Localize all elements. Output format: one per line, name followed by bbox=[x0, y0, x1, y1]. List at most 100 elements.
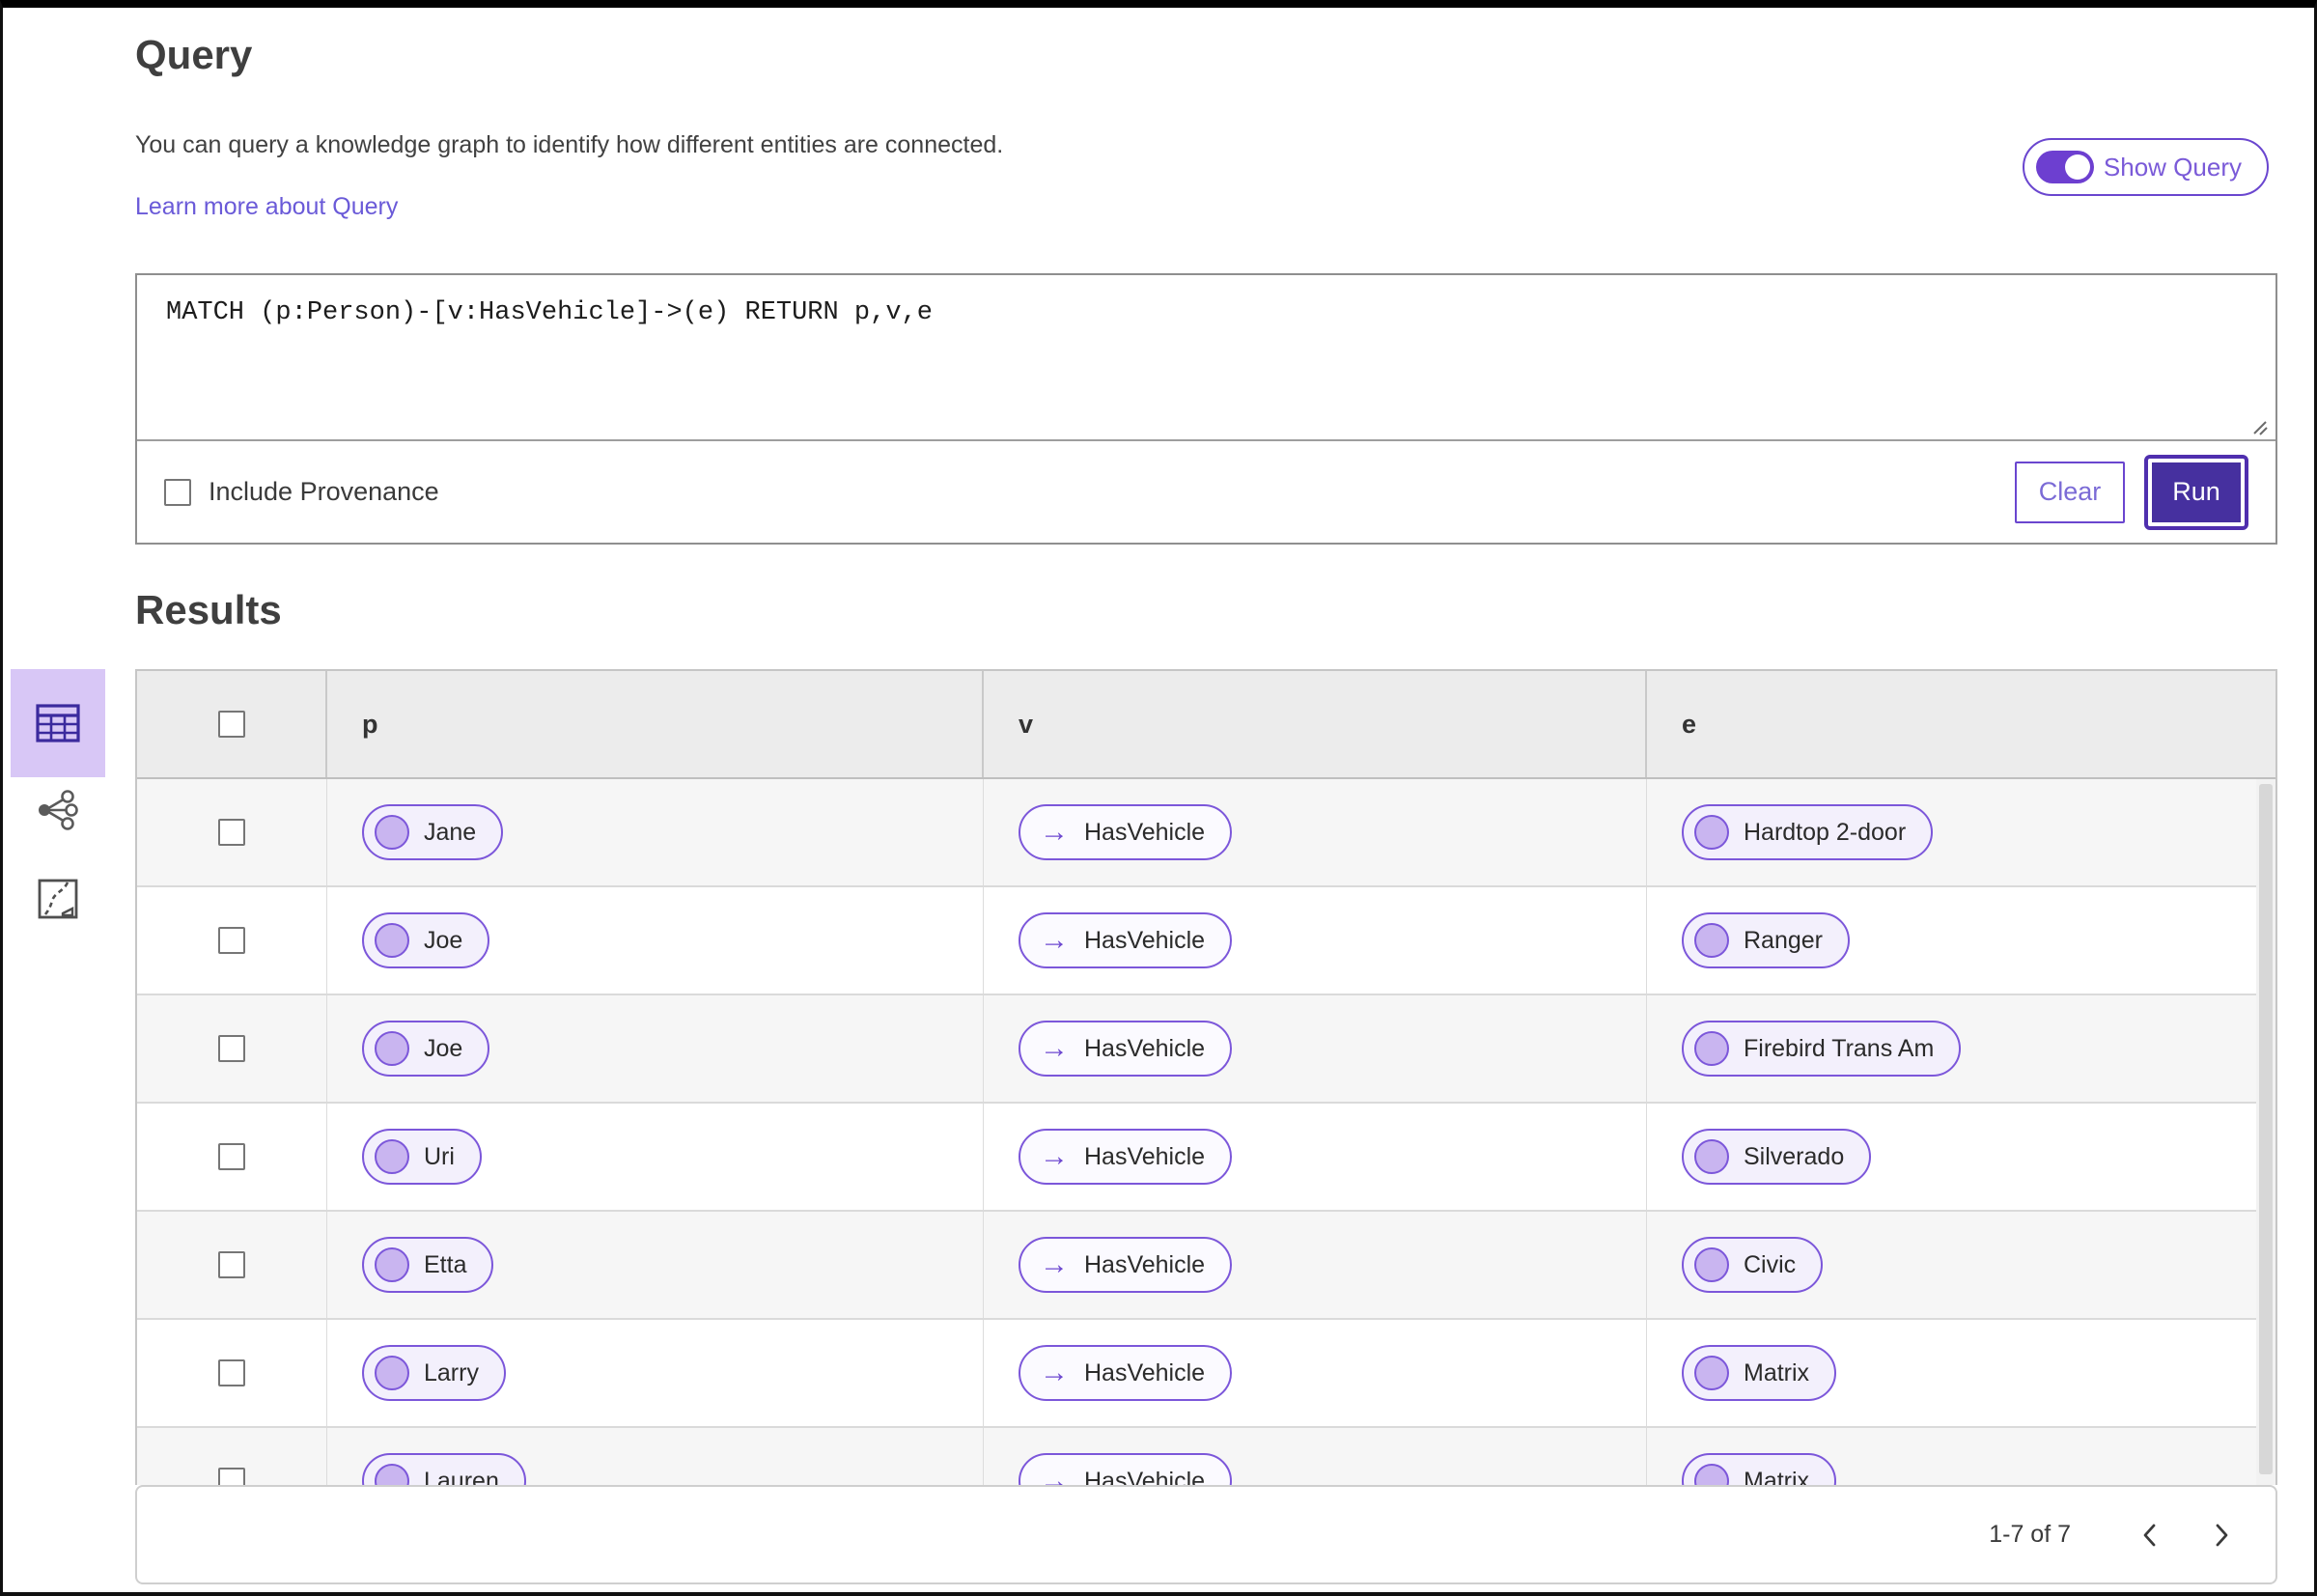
edge-pill[interactable]: → HasVehicle bbox=[1019, 912, 1233, 968]
node-pill[interactable]: Larry bbox=[362, 1345, 506, 1401]
row-checkbox[interactable] bbox=[218, 1035, 245, 1062]
node-pill-label: Joe bbox=[424, 1034, 463, 1062]
arrow-right-icon: → bbox=[1040, 1357, 1069, 1388]
node-circle-icon bbox=[375, 923, 409, 958]
node-circle-icon bbox=[375, 1247, 409, 1282]
arrow-right-icon: → bbox=[1040, 816, 1069, 848]
row-checkbox[interactable] bbox=[218, 1359, 245, 1386]
node-circle-icon bbox=[375, 1356, 409, 1390]
query-editor-card: MATCH (p:Person)-[v:HasVehicle]->(e) RET… bbox=[135, 273, 2277, 545]
table-header-row: p v e bbox=[137, 671, 2275, 779]
arrow-right-icon: → bbox=[1040, 1248, 1069, 1280]
edge-pill[interactable]: → HasVehicle bbox=[1019, 804, 1233, 860]
include-provenance-checkbox[interactable] bbox=[164, 478, 191, 506]
resize-grip-icon[interactable] bbox=[2248, 416, 2270, 437]
node-pill[interactable]: Matrix bbox=[1682, 1453, 1837, 1485]
arrow-right-icon: → bbox=[1040, 1032, 1069, 1064]
node-pill-label: Lauren bbox=[424, 1467, 499, 1486]
sidebar-item-table-view[interactable] bbox=[11, 669, 105, 777]
pagination-footer: 1-7 of 7 bbox=[135, 1485, 2277, 1584]
table-row: Joe → HasVehicle Firebird Trans Am bbox=[137, 995, 2275, 1104]
node-pill[interactable]: Joe bbox=[362, 912, 490, 968]
node-pill-label: Civic bbox=[1744, 1250, 1797, 1278]
chevron-left-icon bbox=[2143, 1524, 2156, 1546]
node-pill-label: Larry bbox=[424, 1358, 479, 1386]
row-checkbox[interactable] bbox=[218, 1251, 245, 1278]
node-pill[interactable]: Hardtop 2-door bbox=[1682, 804, 1934, 860]
learn-more-link[interactable]: Learn more about Query bbox=[135, 193, 398, 221]
row-checkbox[interactable] bbox=[218, 1468, 245, 1485]
clear-button[interactable]: Clear bbox=[2015, 461, 2125, 523]
node-pill-label: Uri bbox=[424, 1142, 455, 1170]
edge-pill[interactable]: → HasVehicle bbox=[1019, 1237, 1233, 1293]
node-pill-label: Hardtop 2-door bbox=[1744, 818, 1907, 846]
table-row: Etta → HasVehicle Civic bbox=[137, 1212, 2275, 1320]
node-pill[interactable]: Jane bbox=[362, 804, 504, 860]
node-pill-label: Silverado bbox=[1744, 1142, 1845, 1170]
arrow-right-icon: → bbox=[1040, 1140, 1069, 1172]
node-pill[interactable]: Silverado bbox=[1682, 1129, 1872, 1185]
node-circle-icon bbox=[1694, 1356, 1729, 1390]
edge-pill-label: HasVehicle bbox=[1084, 1467, 1206, 1486]
graph-icon bbox=[39, 790, 78, 830]
node-pill-label: Jane bbox=[424, 818, 477, 846]
sidebar-item-map-view[interactable] bbox=[11, 865, 105, 933]
node-circle-icon bbox=[375, 1139, 409, 1174]
arrow-right-icon: → bbox=[1040, 1465, 1069, 1486]
query-input[interactable]: MATCH (p:Person)-[v:HasVehicle]->(e) RET… bbox=[137, 275, 2275, 441]
node-pill[interactable]: Uri bbox=[362, 1129, 482, 1185]
chevron-right-icon bbox=[2216, 1524, 2228, 1546]
show-query-label: Show Query bbox=[2103, 152, 2242, 182]
edge-pill-label: HasVehicle bbox=[1084, 1034, 1206, 1062]
table-row: Larry → HasVehicle Matrix bbox=[137, 1320, 2275, 1428]
node-circle-icon bbox=[1694, 1139, 1729, 1174]
node-pill[interactable]: Joe bbox=[362, 1021, 490, 1077]
row-checkbox[interactable] bbox=[218, 1143, 245, 1170]
table-row: Uri → HasVehicle Silverado bbox=[137, 1104, 2275, 1212]
node-pill[interactable]: Firebird Trans Am bbox=[1682, 1021, 1962, 1077]
node-pill-label: Ranger bbox=[1744, 926, 1823, 954]
node-pill[interactable]: Matrix bbox=[1682, 1345, 1837, 1401]
edge-pill-label: HasVehicle bbox=[1084, 1250, 1206, 1278]
toggle-switch-icon bbox=[2035, 151, 2094, 183]
next-page-button[interactable] bbox=[2200, 1514, 2243, 1556]
select-all-checkbox[interactable] bbox=[217, 711, 245, 738]
run-button[interactable]: Run bbox=[2144, 454, 2248, 530]
node-circle-icon bbox=[375, 1464, 409, 1485]
column-header-v: v bbox=[1019, 709, 1034, 739]
node-pill-label: Etta bbox=[424, 1250, 467, 1278]
row-checkbox[interactable] bbox=[218, 819, 245, 846]
edge-pill[interactable]: → HasVehicle bbox=[1019, 1129, 1233, 1185]
edge-pill[interactable]: → HasVehicle bbox=[1019, 1345, 1233, 1401]
previous-page-button[interactable] bbox=[2129, 1514, 2171, 1556]
row-checkbox[interactable] bbox=[218, 927, 245, 954]
pagination-range-label: 1-7 of 7 bbox=[1989, 1521, 2071, 1548]
edge-pill-label: HasVehicle bbox=[1084, 926, 1206, 954]
scrollbar-thumb[interactable] bbox=[2259, 784, 2273, 1474]
query-card-footer: Include Provenance Clear Run bbox=[137, 441, 2275, 543]
edge-pill-label: HasVehicle bbox=[1084, 818, 1206, 846]
node-pill[interactable]: Ranger bbox=[1682, 912, 1850, 968]
arrow-right-icon: → bbox=[1040, 924, 1069, 956]
node-circle-icon bbox=[375, 815, 409, 850]
node-circle-icon bbox=[1694, 815, 1729, 850]
show-query-toggle[interactable]: Show Query bbox=[2022, 138, 2269, 196]
vertical-scrollbar bbox=[2256, 779, 2275, 1485]
node-pill[interactable]: Civic bbox=[1682, 1237, 1824, 1293]
node-pill[interactable]: Lauren bbox=[362, 1453, 526, 1485]
page-description: You can query a knowledge graph to ident… bbox=[135, 131, 1004, 158]
node-circle-icon bbox=[1694, 1031, 1729, 1066]
edge-pill[interactable]: → HasVehicle bbox=[1019, 1453, 1233, 1486]
table-row: Joe → HasVehicle Ranger bbox=[137, 887, 2275, 995]
edge-pill-label: HasVehicle bbox=[1084, 1142, 1206, 1170]
edge-pill[interactable]: → HasVehicle bbox=[1019, 1021, 1233, 1077]
sidebar-item-graph-view[interactable] bbox=[11, 776, 105, 844]
page-title: Query bbox=[135, 32, 253, 77]
results-title: Results bbox=[135, 587, 282, 632]
node-circle-icon bbox=[375, 1031, 409, 1066]
node-pill[interactable]: Etta bbox=[362, 1237, 494, 1293]
edge-pill-label: HasVehicle bbox=[1084, 1358, 1206, 1386]
table-row: Lauren → HasVehicle Matrix bbox=[137, 1428, 2275, 1485]
node-circle-icon bbox=[1694, 1247, 1729, 1282]
column-header-p: p bbox=[362, 709, 378, 739]
